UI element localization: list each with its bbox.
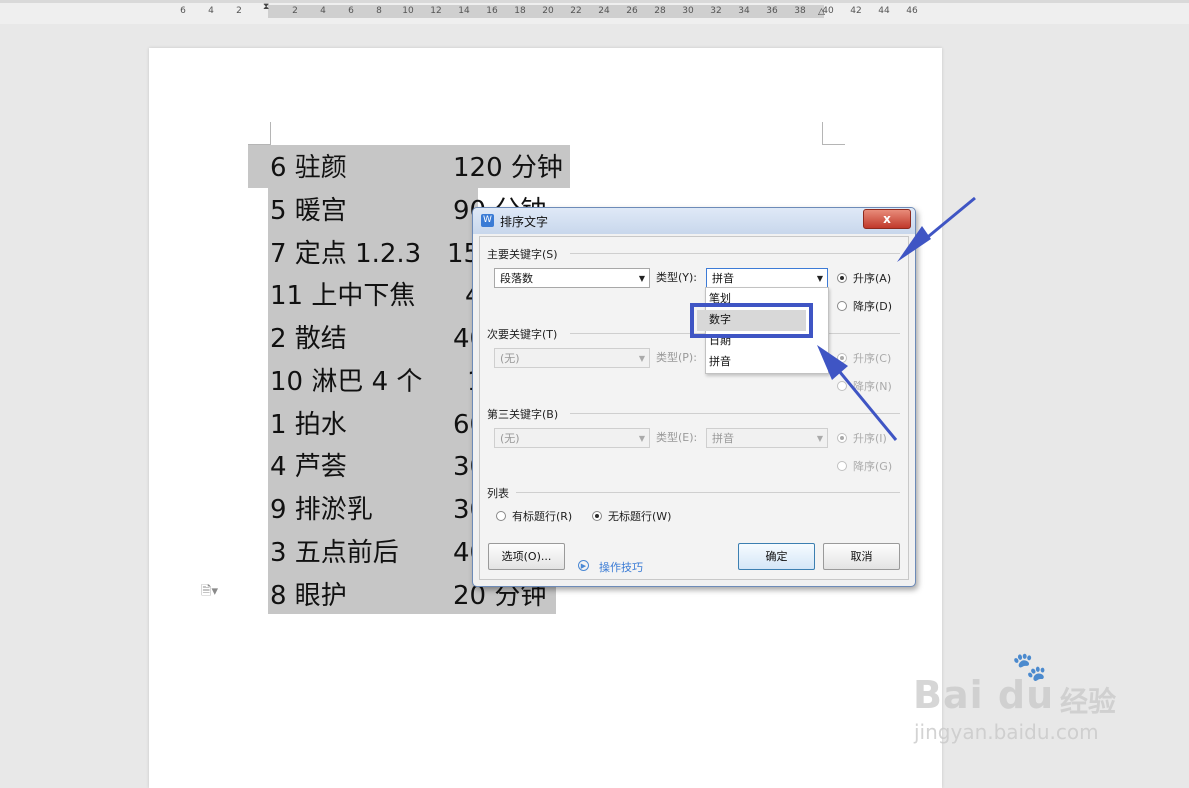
dropdown-option-number[interactable]: 数字	[709, 311, 731, 329]
annotation-arrows	[817, 196, 976, 441]
arrow-to-type-select	[897, 196, 976, 262]
watermark-url: jingyan.baidu.com	[914, 720, 1099, 744]
paw-icon: 🐾	[1012, 650, 1047, 683]
watermark-cn-text: 经验	[1060, 685, 1117, 718]
arrow-to-number-option	[817, 345, 898, 441]
